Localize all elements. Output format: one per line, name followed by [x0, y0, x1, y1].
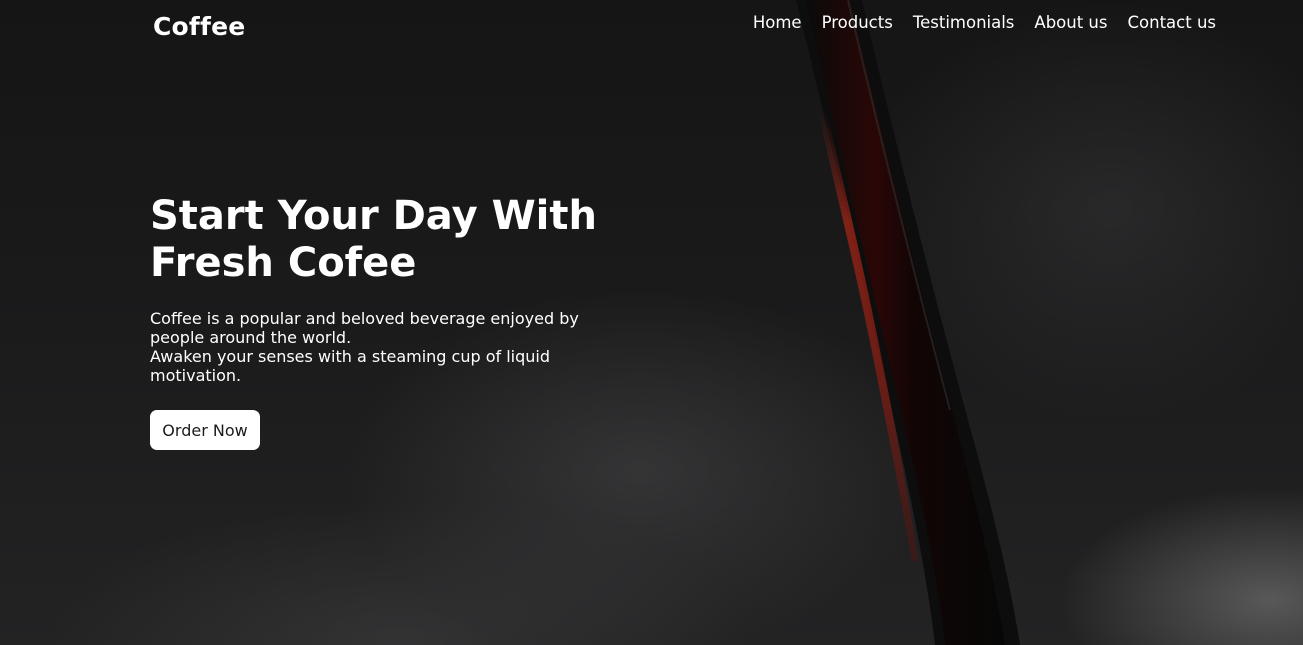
hero-description: Coffee is a popular and beloved beverage… [150, 309, 630, 385]
hero-content: Start Your Day With Fresh Cofee Coffee i… [150, 193, 640, 450]
hero-section: Coffee Home Products Testimonials About … [0, 0, 1303, 645]
nav-link-home[interactable]: Home [753, 13, 802, 32]
hero-description-line-2: Awaken your senses with a steaming cup o… [150, 347, 551, 385]
hero-headline: Start Your Day With Fresh Cofee [150, 193, 640, 287]
nav-link-contact-us[interactable]: Contact us [1128, 13, 1217, 32]
brand-logo[interactable]: Coffee [153, 12, 245, 41]
nav-link-testimonials[interactable]: Testimonials [913, 13, 1015, 32]
hero-description-line-1: Coffee is a popular and beloved beverage… [150, 309, 579, 347]
hero-headline-line-2: Fresh Cofee [150, 240, 417, 286]
nav-link-products[interactable]: Products [822, 13, 893, 32]
order-now-button[interactable]: Order Now [150, 410, 260, 450]
navbar: Coffee Home Products Testimonials About … [0, 0, 1303, 56]
nav-link-about-us[interactable]: About us [1034, 13, 1107, 32]
hero-headline-line-1: Start Your Day With [150, 193, 597, 239]
nav-links: Home Products Testimonials About us Cont… [753, 13, 1216, 32]
